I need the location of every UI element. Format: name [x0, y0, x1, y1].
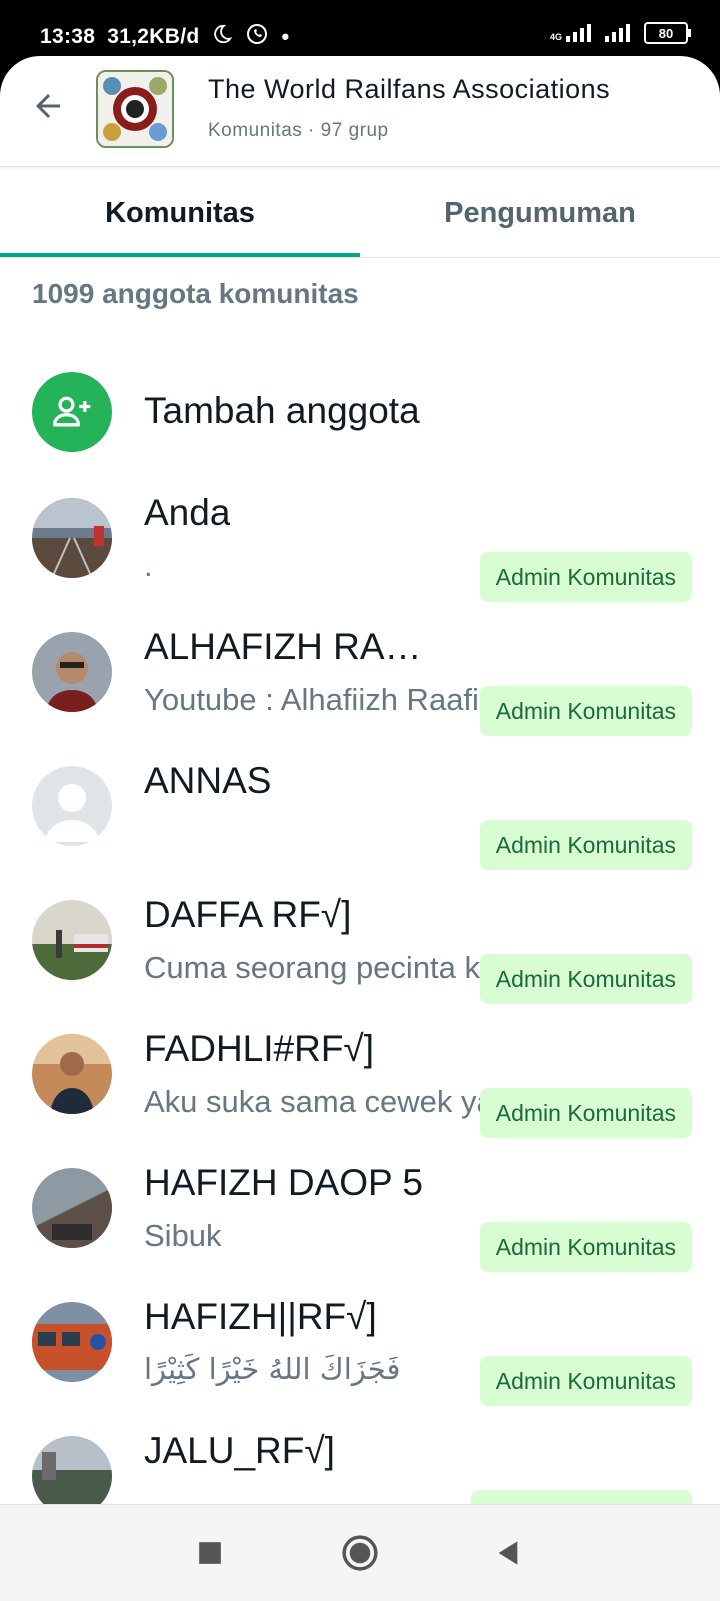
- member-row[interactable]: DAFFA RF√] Cuma seorang pecinta kereta a…: [0, 888, 720, 1024]
- add-person-icon: [52, 396, 91, 427]
- avatar: [32, 900, 112, 980]
- recents-button[interactable]: [190, 1533, 230, 1573]
- battery-level: 80: [658, 25, 674, 41]
- arrow-left-icon: [36, 94, 60, 118]
- member-name: FADHLI#RF√]: [144, 1028, 375, 1069]
- avatar: [32, 1302, 112, 1382]
- whatsapp-icon: [245, 22, 269, 52]
- member-row[interactable]: ALHAFIZH RA… Youtube : Alhafiizh Raafi A…: [0, 620, 720, 756]
- community-title: The World Railfans Associations: [208, 74, 611, 104]
- member-row[interactable]: ANNAS Admin Komunitas: [0, 754, 720, 890]
- train-photo-icon: [32, 900, 112, 980]
- battery-icon: 80: [644, 22, 691, 44]
- signal-icon: [566, 24, 591, 42]
- member-name: Anda: [144, 492, 231, 533]
- status-time: 13:38: [40, 25, 96, 48]
- add-member-row[interactable]: Tambah anggota: [0, 362, 720, 462]
- square-icon: [199, 1542, 221, 1564]
- network-type-label: 4G: [549, 32, 562, 42]
- navigation-bar: [0, 1504, 720, 1601]
- person-photo-icon: [32, 1034, 112, 1114]
- member-name: HAFIZH||RF√]: [144, 1296, 377, 1337]
- status-bar: 13:38 31,2KB/d • 4G 80: [0, 0, 720, 56]
- community-subtitle: Komunitas · 97 grup: [208, 120, 389, 141]
- default-avatar-icon: [32, 766, 112, 846]
- member-name: JALU_RF√]: [144, 1430, 335, 1471]
- member-row[interactable]: HAFIZH DAOP 5 Sibuk Admin Komunitas: [0, 1156, 720, 1292]
- avatar: [32, 498, 112, 578]
- avatar: [32, 1436, 112, 1504]
- station-photo-icon: [32, 1436, 112, 1504]
- avatar: [32, 766, 112, 846]
- member-row[interactable]: FADHLI#RF√] Aku suka sama cewek yang waj…: [0, 1022, 720, 1158]
- tab-bar: Komunitas Pengumuman: [0, 168, 720, 258]
- status-left: 13:38 31,2KB/d •: [40, 22, 290, 52]
- tab-komunitas[interactable]: Komunitas: [0, 168, 360, 258]
- add-member-label: Tambah anggota: [144, 390, 420, 431]
- member-name: ALHAFIZH RA…: [144, 626, 422, 667]
- dot-icon: •: [281, 24, 290, 49]
- status-speed: 31,2KB/d: [107, 25, 200, 48]
- train-photo-icon: [32, 1302, 112, 1382]
- tab-divider: [0, 257, 720, 258]
- avatar: [32, 632, 112, 712]
- status-right: 4G 80: [549, 22, 691, 44]
- role-badge: Admin Komunitas: [479, 954, 692, 1004]
- role-badge: Admin Komunitas: [479, 552, 692, 602]
- home-button[interactable]: [340, 1533, 380, 1573]
- tab-pengumuman[interactable]: Pengumuman: [360, 168, 720, 258]
- railway-photo-icon: [32, 498, 112, 578]
- role-badge: Admin Komunitas: [479, 820, 692, 870]
- member-row[interactable]: Anda . Admin Komunitas: [0, 486, 720, 622]
- railway-photo-icon: [32, 1168, 112, 1248]
- role-badge: Pemilik Komunitas: [470, 1490, 692, 1504]
- triangle-back-icon: [498, 1541, 518, 1565]
- moon-icon: [211, 23, 233, 51]
- app-screen: The World Railfans Associations Komunita…: [0, 56, 720, 1504]
- member-count: 1099 anggota komunitas: [32, 278, 359, 309]
- role-badge: Admin Komunitas: [479, 1356, 692, 1406]
- back-button[interactable]: [28, 86, 68, 126]
- avatar: [32, 1168, 112, 1248]
- home-circle-icon: [342, 1535, 378, 1571]
- back-nav-button[interactable]: [488, 1533, 528, 1573]
- member-row[interactable]: JALU_RF√] Pemilik Komunitas: [0, 1424, 720, 1504]
- member-name: DAFFA RF√]: [144, 894, 352, 935]
- avatar: [32, 1034, 112, 1114]
- community-header: The World Railfans Associations Komunita…: [0, 56, 720, 167]
- member-name: ANNAS: [144, 760, 272, 801]
- community-logo-icon: [98, 72, 172, 146]
- person-photo-icon: [32, 632, 112, 712]
- role-badge: Admin Komunitas: [479, 1088, 692, 1138]
- signal-icon-2: [605, 24, 630, 42]
- add-member-button[interactable]: [32, 372, 112, 452]
- member-row[interactable]: HAFIZH||RF√] فَجَزَاكَ اللهُ خَيْرًا كَث…: [0, 1290, 720, 1426]
- role-badge: Admin Komunitas: [479, 1222, 692, 1272]
- role-badge: Admin Komunitas: [479, 686, 692, 736]
- community-avatar[interactable]: [96, 70, 174, 148]
- member-name: HAFIZH DAOP 5: [144, 1162, 423, 1203]
